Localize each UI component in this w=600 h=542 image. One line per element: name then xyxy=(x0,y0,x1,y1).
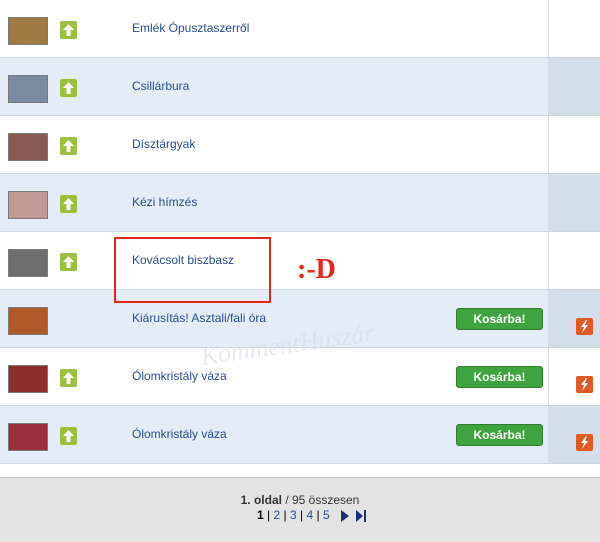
list-item: Kézi hímzés xyxy=(0,174,600,232)
last-page-icon[interactable] xyxy=(355,510,367,522)
total-count: / 95 összesen xyxy=(285,493,360,507)
product-title-link[interactable]: Kézi hímzés xyxy=(132,195,197,209)
product-thumbnail[interactable] xyxy=(8,17,48,45)
product-thumbnail[interactable] xyxy=(8,307,48,335)
arrow-up-icon[interactable] xyxy=(60,21,77,39)
page-link[interactable]: 5 xyxy=(323,508,330,522)
page-link-current: 1 xyxy=(257,508,264,522)
product-title-link[interactable]: Dísztárgyak xyxy=(132,137,195,151)
product-list: Emlék Ópusztaszerről Csillárbura Dísztár… xyxy=(0,0,600,464)
arrow-up-icon[interactable] xyxy=(60,137,77,155)
pagination: 1 | 2 | 3 | 4 | 5 xyxy=(257,508,330,522)
row-right-column xyxy=(548,174,600,231)
product-thumbnail[interactable] xyxy=(8,133,48,161)
arrow-up-icon[interactable] xyxy=(60,427,77,445)
list-item: Dísztárgyak xyxy=(0,116,600,174)
product-title-link[interactable]: Ólomkristály váza xyxy=(132,369,227,383)
pagination-status: 1. oldal / 95 összesen xyxy=(0,493,600,507)
arrow-up-icon[interactable] xyxy=(60,253,77,271)
arrow-up-icon[interactable] xyxy=(60,195,77,213)
product-thumbnail[interactable] xyxy=(8,365,48,393)
product-title-link[interactable]: Csillárbura xyxy=(132,79,189,93)
add-to-cart-button[interactable]: Kosárba! xyxy=(456,424,543,446)
page-link[interactable]: 3 xyxy=(290,508,297,522)
product-thumbnail[interactable] xyxy=(8,191,48,219)
list-item: Emlék Ópusztaszerről xyxy=(0,0,600,58)
row-right-column xyxy=(548,58,600,115)
product-thumbnail[interactable] xyxy=(8,423,48,451)
lightning-icon[interactable] xyxy=(576,434,593,451)
product-title-link[interactable]: Ólomkristály váza xyxy=(132,427,227,441)
annotation-emoticon: :-D xyxy=(297,254,336,285)
list-item: Ólomkristály váza Kosárba! xyxy=(0,406,600,464)
lightning-icon[interactable] xyxy=(576,376,593,393)
lightning-icon[interactable] xyxy=(576,318,593,335)
next-page-icon[interactable] xyxy=(340,510,350,522)
row-right-column xyxy=(548,116,600,173)
product-title-link[interactable]: Emlék Ópusztaszerről xyxy=(132,21,249,35)
list-item: Csillárbura xyxy=(0,58,600,116)
pagination-footer: 1. oldal / 95 összesen 1 | 2 | 3 | 4 | 5 xyxy=(0,477,600,542)
product-title-link[interactable]: Kiárusítás! Asztali/fali óra xyxy=(132,311,266,325)
add-to-cart-button[interactable]: Kosárba! xyxy=(456,366,543,388)
page-link[interactable]: 2 xyxy=(273,508,280,522)
row-right-column xyxy=(548,0,600,57)
arrow-up-icon[interactable] xyxy=(60,79,77,97)
page-link[interactable]: 4 xyxy=(306,508,313,522)
arrow-up-icon[interactable] xyxy=(60,369,77,387)
add-to-cart-button[interactable]: Kosárba! xyxy=(456,308,543,330)
row-right-column xyxy=(548,232,600,289)
product-thumbnail[interactable] xyxy=(8,75,48,103)
current-page-label: 1. oldal xyxy=(240,493,282,507)
product-thumbnail[interactable] xyxy=(8,249,48,277)
annotation-box xyxy=(114,237,271,303)
